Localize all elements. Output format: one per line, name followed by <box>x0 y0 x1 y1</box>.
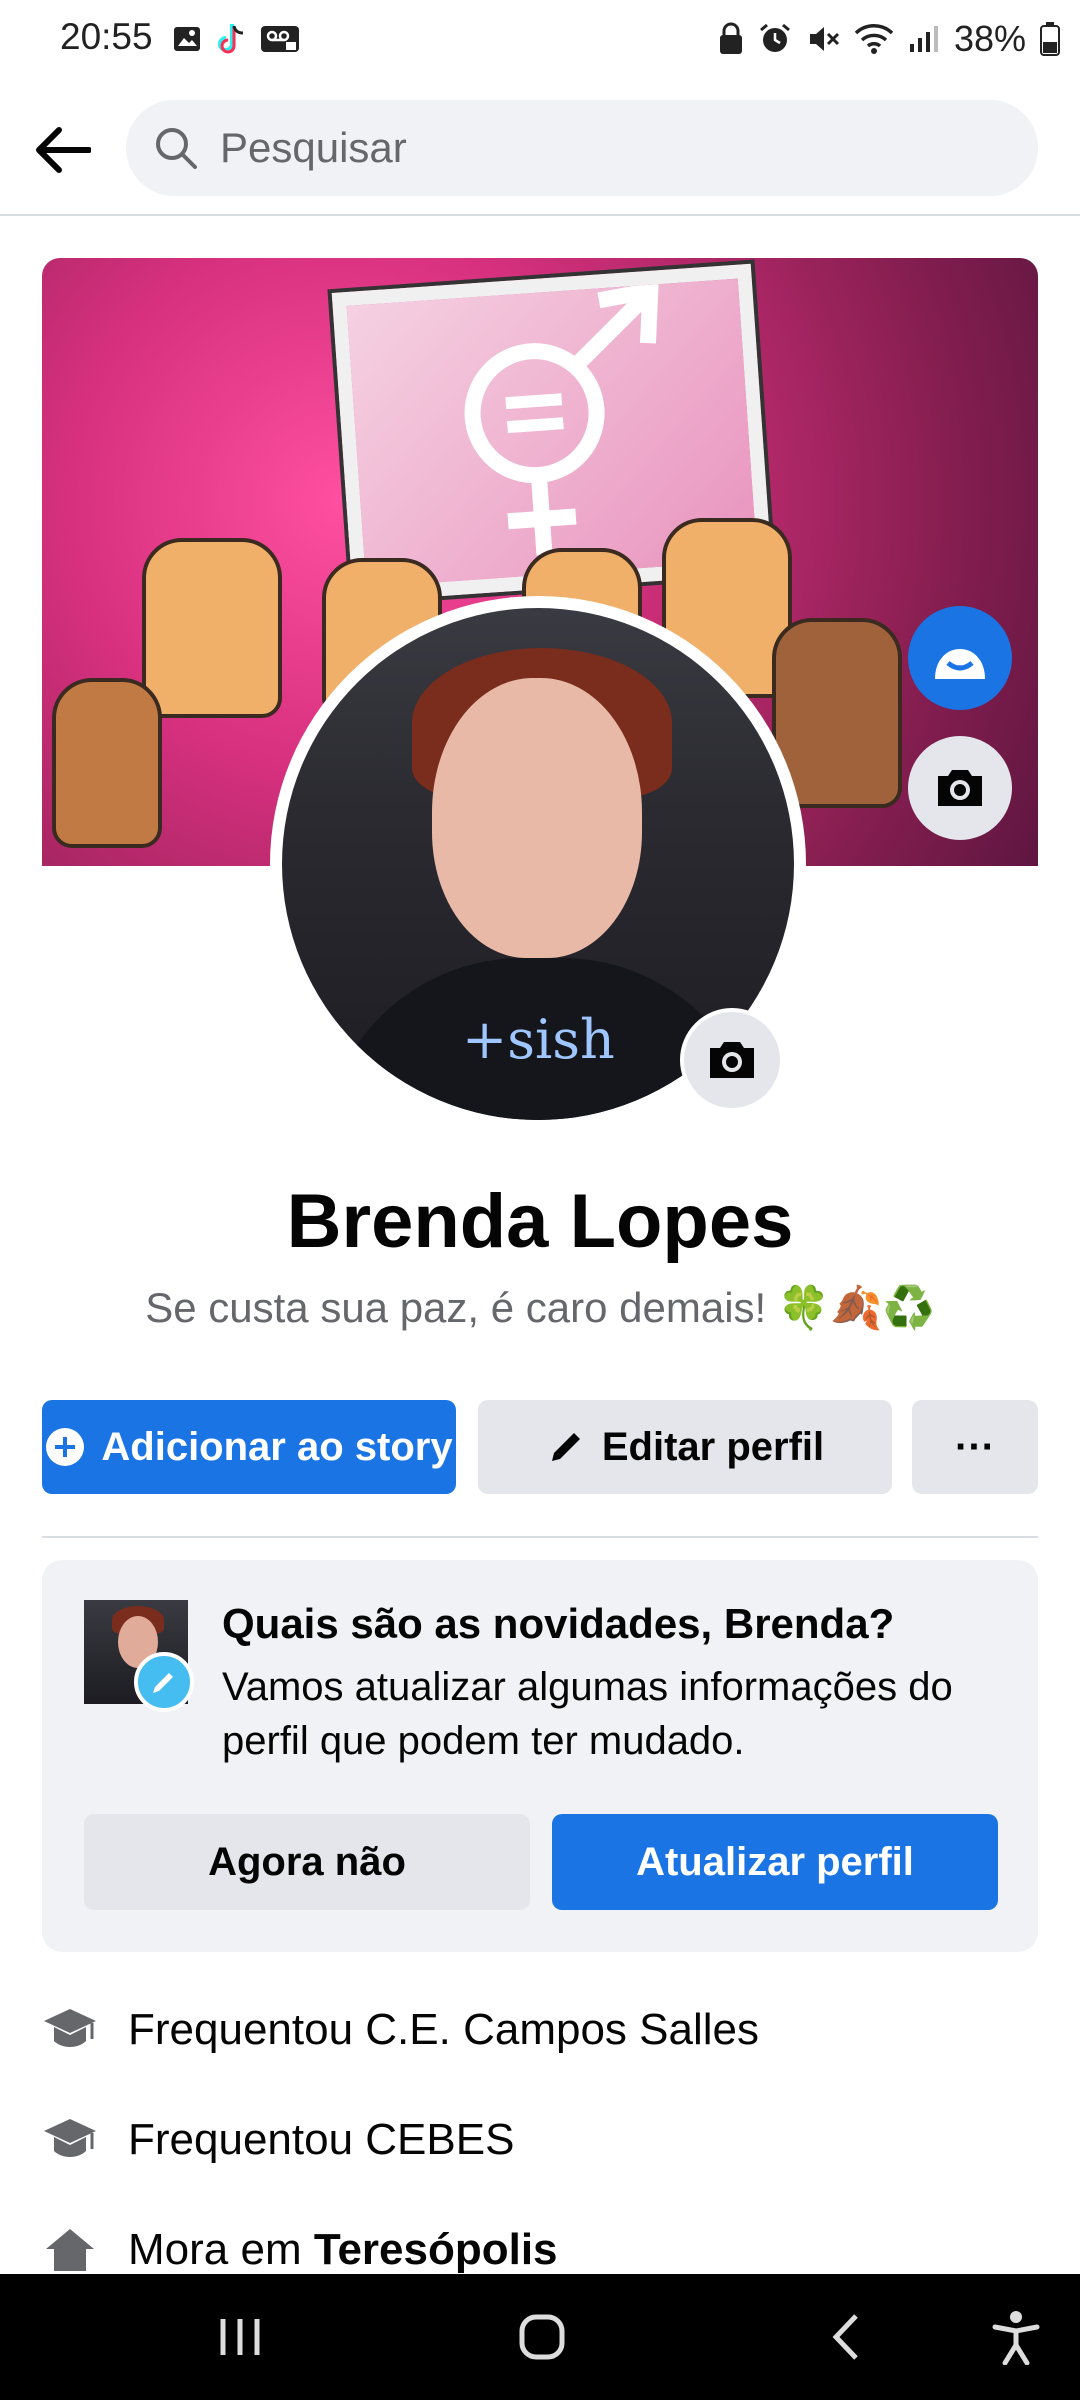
profile-actions: Adicionar ao story Editar perfil ··· <box>42 1400 1038 1494</box>
gallery-icon <box>174 27 200 51</box>
accessibility-button[interactable] <box>976 2304 1056 2370</box>
voicemail-icon <box>261 26 299 52</box>
detail-item-education-2[interactable]: Frequentou CEBES <box>42 2100 514 2180</box>
recent-apps-icon <box>220 2319 260 2355</box>
update-profile-label: Atualizar perfil <box>636 1839 914 1884</box>
more-options-button[interactable]: ··· <box>912 1400 1038 1494</box>
recent-apps-button[interactable] <box>200 2304 280 2370</box>
card-title: Quais são as novidades, Brenda? <box>222 1600 895 1647</box>
detail-item-education-1[interactable]: Frequentou C.E. Campos Salles <box>42 1990 759 2070</box>
back-nav-button[interactable] <box>806 2304 886 2370</box>
detail-text: Frequentou CEBES <box>128 2115 515 2164</box>
accessibility-icon <box>992 2311 1040 2365</box>
add-to-story-label: Adicionar ao story <box>101 1424 453 1469</box>
mute-icon <box>809 27 839 51</box>
not-now-button[interactable]: Agora não <box>84 1814 530 1910</box>
camera-icon <box>710 1042 754 1078</box>
battery-icon <box>1040 22 1060 56</box>
system-nav-bar <box>0 2274 1080 2400</box>
back-chevron-icon <box>832 2314 858 2360</box>
profile-bio: Se custa sua paz, é caro demais! 🍀🍂♻️ <box>145 1284 935 1331</box>
divider <box>42 1536 1038 1538</box>
profile-name: Brenda Lopes <box>286 1179 794 1264</box>
add-to-story-button[interactable]: Adicionar ao story <box>42 1400 456 1494</box>
edit-profile-label: Editar perfil <box>601 1424 825 1469</box>
home-button[interactable] <box>502 2304 582 2370</box>
lock-icon <box>719 22 742 54</box>
pencil-icon <box>546 1427 586 1467</box>
search-input[interactable] <box>218 123 918 173</box>
pencil-icon <box>153 1673 173 1693</box>
card-text: Vamos atualizar algumas informações do p… <box>222 1665 953 1763</box>
signal-icon <box>909 26 938 52</box>
more-options-label: ··· <box>955 1424 995 1469</box>
shirt-text: +sish <box>462 1008 615 1071</box>
graduation-cap-icon <box>42 2112 98 2168</box>
fist-illustration <box>52 678 162 848</box>
not-now-label: Agora não <box>208 1839 406 1884</box>
alarm-icon <box>759 23 790 52</box>
detail-place-link[interactable]: Teresópolis <box>314 2225 558 2274</box>
home-nav-icon <box>519 2314 565 2360</box>
battery-percent: 38% <box>953 18 1026 59</box>
profile-camera-button[interactable] <box>680 1008 784 1112</box>
update-profile-button[interactable]: Atualizar perfil <box>552 1814 998 1910</box>
detail-prefix: Mora em <box>128 2225 314 2274</box>
fist-illustration <box>142 538 282 718</box>
status-time: 20:55 <box>60 16 153 57</box>
back-arrow-icon <box>36 127 91 173</box>
tiktok-icon <box>218 24 244 54</box>
status-bar: 20:55 38% <box>0 0 1080 80</box>
update-profile-card: Quais são as novidades, Brenda? Vamos at… <box>42 1560 1038 1952</box>
graduation-cap-icon <box>42 2002 98 2058</box>
plus-circle-icon <box>45 1427 85 1467</box>
top-bar <box>0 80 1080 216</box>
home-icon <box>42 2222 98 2278</box>
back-button[interactable] <box>30 120 96 180</box>
camera-icon <box>938 770 982 806</box>
avatar-icon <box>935 649 985 680</box>
edit-profile-button[interactable]: Editar perfil <box>478 1400 892 1494</box>
wifi-icon <box>854 24 894 54</box>
cover-camera-button[interactable] <box>908 736 1012 840</box>
search-bar[interactable] <box>126 100 1038 196</box>
detail-text: Frequentou C.E. Campos Salles <box>128 2005 759 2054</box>
search-icon <box>156 128 197 169</box>
avatar-button[interactable] <box>908 606 1012 710</box>
card-edit-badge <box>134 1652 194 1712</box>
